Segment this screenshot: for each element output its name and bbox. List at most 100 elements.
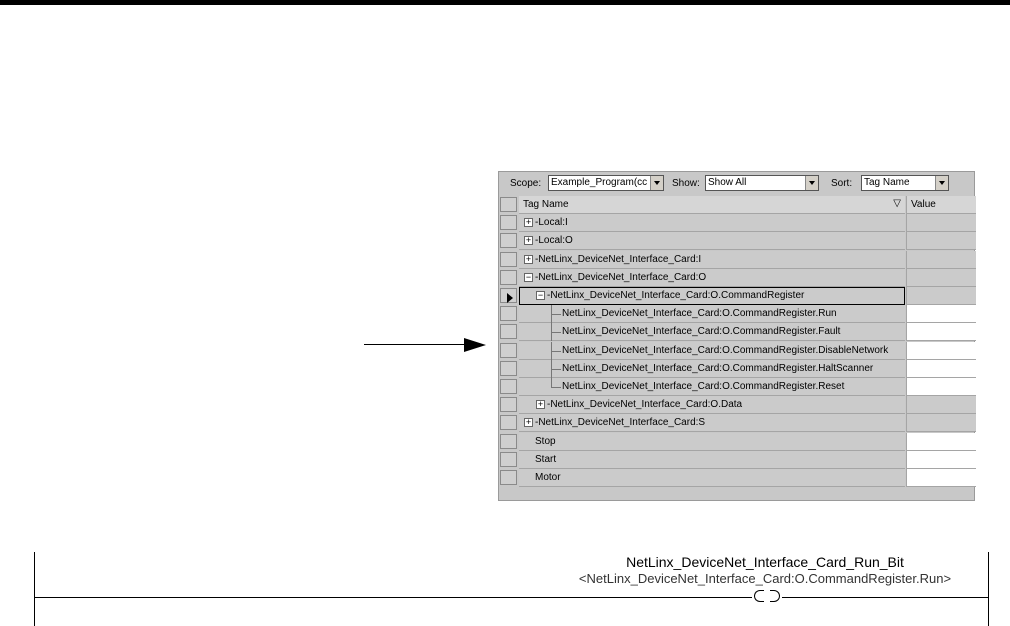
- tag-value-cell[interactable]: [906, 305, 976, 323]
- chevron-down-icon[interactable]: [805, 176, 818, 190]
- row-header[interactable]: [500, 252, 517, 267]
- left-power-rail: [34, 552, 35, 626]
- column-header-tag-name[interactable]: Tag Name ▽: [519, 196, 905, 214]
- callout-arrow-line: [364, 344, 468, 345]
- tag-value-cell[interactable]: [906, 451, 976, 469]
- chevron-down-icon[interactable]: [650, 176, 663, 190]
- row-header[interactable]: [500, 452, 517, 467]
- tag-row[interactable]: + -Local:O: [499, 232, 976, 250]
- tag-name-label: NetLinx_DeviceNet_Interface_Card:O.Comma…: [562, 308, 837, 319]
- tag-value-cell[interactable]: [906, 342, 976, 360]
- scope-value: Example_Program(cc: [551, 177, 647, 188]
- tag-row[interactable]: NetLinx_DeviceNet_Interface_Card:O.Comma…: [499, 360, 976, 378]
- output-coil-icon[interactable]: [752, 590, 782, 604]
- tag-row[interactable]: + -NetLinx_DeviceNet_Interface_Card:I: [499, 251, 976, 269]
- tag-value-cell[interactable]: [906, 396, 976, 414]
- tag-name-cell[interactable]: NetLinx_DeviceNet_Interface_Card:O.Comma…: [519, 323, 905, 341]
- row-header[interactable]: [500, 288, 517, 303]
- column-header-value-label: Value: [911, 199, 936, 210]
- tag-name-cell[interactable]: − -NetLinx_DeviceNet_Interface_Card:O.Com…: [519, 287, 905, 305]
- tag-name-label: -NetLinx_DeviceNet_Interface_Card:I: [535, 254, 702, 265]
- row-header[interactable]: [500, 379, 517, 394]
- tag-value-cell[interactable]: [906, 251, 976, 269]
- current-row-pointer-icon: [507, 293, 513, 303]
- tag-row[interactable]: Start: [499, 451, 976, 469]
- scope-dropdown[interactable]: Example_Program(cc: [548, 175, 664, 191]
- tag-row[interactable]: − -NetLinx_DeviceNet_Interface_Card:O.Com…: [499, 287, 976, 305]
- coil-right-arc: [770, 590, 780, 602]
- row-header[interactable]: [500, 306, 517, 321]
- column-header-value[interactable]: Value: [906, 196, 976, 214]
- row-header[interactable]: [500, 343, 517, 358]
- tag-name-cell[interactable]: + -NetLinx_DeviceNet_Interface_Card:S: [519, 414, 905, 432]
- tag-value-cell[interactable]: [906, 360, 976, 378]
- tree-branch-line: [551, 369, 561, 370]
- tree-branch-line: [551, 387, 561, 388]
- tag-name-cell[interactable]: NetLinx_DeviceNet_Interface_Card:O.Comma…: [519, 378, 905, 396]
- sort-dropdown[interactable]: Tag Name: [861, 175, 949, 191]
- corner-header[interactable]: [500, 197, 517, 212]
- row-header[interactable]: [500, 215, 517, 230]
- tag-name-label: NetLinx_DeviceNet_Interface_Card:O.Comma…: [562, 326, 841, 337]
- tag-row[interactable]: Motor: [499, 469, 976, 487]
- tag-name-cell[interactable]: NetLinx_DeviceNet_Interface_Card:O.Comma…: [519, 360, 905, 378]
- tree-branch-line: [551, 332, 561, 333]
- row-header[interactable]: [500, 233, 517, 248]
- row-header[interactable]: [500, 434, 517, 449]
- tag-value-cell[interactable]: [906, 214, 976, 232]
- tag-row[interactable]: Stop: [499, 433, 976, 451]
- tag-name-label: NetLinx_DeviceNet_Interface_Card:O.Comma…: [562, 363, 874, 374]
- row-header[interactable]: [500, 415, 517, 430]
- coil-tag-name[interactable]: NetLinx_DeviceNet_Interface_Card_Run_Bit: [560, 554, 970, 570]
- tag-name-cell[interactable]: NetLinx_DeviceNet_Interface_Card:O.Comma…: [519, 342, 905, 360]
- tag-value-cell[interactable]: [906, 469, 976, 487]
- collapse-icon[interactable]: −: [524, 273, 533, 282]
- tag-value-cell[interactable]: [906, 287, 976, 305]
- tag-row[interactable]: NetLinx_DeviceNet_Interface_Card:O.Comma…: [499, 305, 976, 323]
- tag-name-cell[interactable]: Start: [519, 451, 905, 469]
- expand-icon[interactable]: +: [524, 236, 533, 245]
- tag-name-cell[interactable]: Motor: [519, 469, 905, 487]
- row-header[interactable]: [500, 324, 517, 339]
- tag-name-cell[interactable]: Stop: [519, 433, 905, 451]
- row-header[interactable]: [500, 361, 517, 376]
- tag-name-cell[interactable]: − -NetLinx_DeviceNet_Interface_Card:O: [519, 269, 905, 287]
- expand-icon[interactable]: +: [524, 418, 533, 427]
- row-header[interactable]: [500, 270, 517, 285]
- tag-row[interactable]: NetLinx_DeviceNet_Interface_Card:O.Comma…: [499, 378, 976, 396]
- expand-icon[interactable]: +: [524, 218, 533, 227]
- tag-value-cell[interactable]: [906, 414, 976, 432]
- sort-down-icon: ▽: [893, 198, 901, 209]
- tag-row[interactable]: + -Local:I: [499, 214, 976, 232]
- tag-value-cell[interactable]: [906, 433, 976, 451]
- show-dropdown[interactable]: Show All: [705, 175, 819, 191]
- tag-value-cell[interactable]: [906, 232, 976, 250]
- tag-row[interactable]: NetLinx_DeviceNet_Interface_Card:O.Comma…: [499, 342, 976, 360]
- tag-row[interactable]: + -NetLinx_DeviceNet_Interface_Card:O.Dat…: [499, 396, 976, 414]
- row-header[interactable]: [500, 397, 517, 412]
- chevron-down-icon[interactable]: [935, 176, 948, 190]
- ladder-rung: [34, 597, 988, 598]
- tag-name-cell[interactable]: NetLinx_DeviceNet_Interface_Card:O.Comma…: [519, 305, 905, 323]
- tag-value-cell[interactable]: [906, 269, 976, 287]
- collapse-icon[interactable]: −: [536, 291, 545, 300]
- expand-icon[interactable]: +: [524, 255, 533, 264]
- arrow-right-icon: [464, 338, 486, 352]
- tag-name-label: -Local:I: [535, 217, 568, 228]
- tag-name-cell[interactable]: + -NetLinx_DeviceNet_Interface_Card:O.Dat…: [519, 396, 905, 414]
- tag-name-cell[interactable]: + -NetLinx_DeviceNet_Interface_Card:I: [519, 251, 905, 269]
- tag-name-cell[interactable]: + -Local:O: [519, 232, 905, 250]
- tag-row[interactable]: NetLinx_DeviceNet_Interface_Card:O.Comma…: [499, 323, 976, 341]
- tag-row[interactable]: − -NetLinx_DeviceNet_Interface_Card:O: [499, 269, 976, 287]
- tag-toolbar: Scope: Example_Program(cc Show: Show All…: [499, 172, 974, 196]
- tag-value-cell[interactable]: [906, 323, 976, 341]
- coil-left-arc: [754, 590, 764, 602]
- tag-name-cell[interactable]: + -Local:I: [519, 214, 905, 232]
- expand-icon[interactable]: +: [536, 400, 545, 409]
- tag-name-label: NetLinx_DeviceNet_Interface_Card:O.Comma…: [562, 381, 845, 392]
- tag-name-label: Start: [535, 454, 557, 465]
- tag-value-cell[interactable]: [906, 378, 976, 396]
- tag-row[interactable]: + -NetLinx_DeviceNet_Interface_Card:S: [499, 414, 976, 432]
- sort-label: Sort:: [831, 178, 853, 189]
- row-header[interactable]: [500, 470, 517, 485]
